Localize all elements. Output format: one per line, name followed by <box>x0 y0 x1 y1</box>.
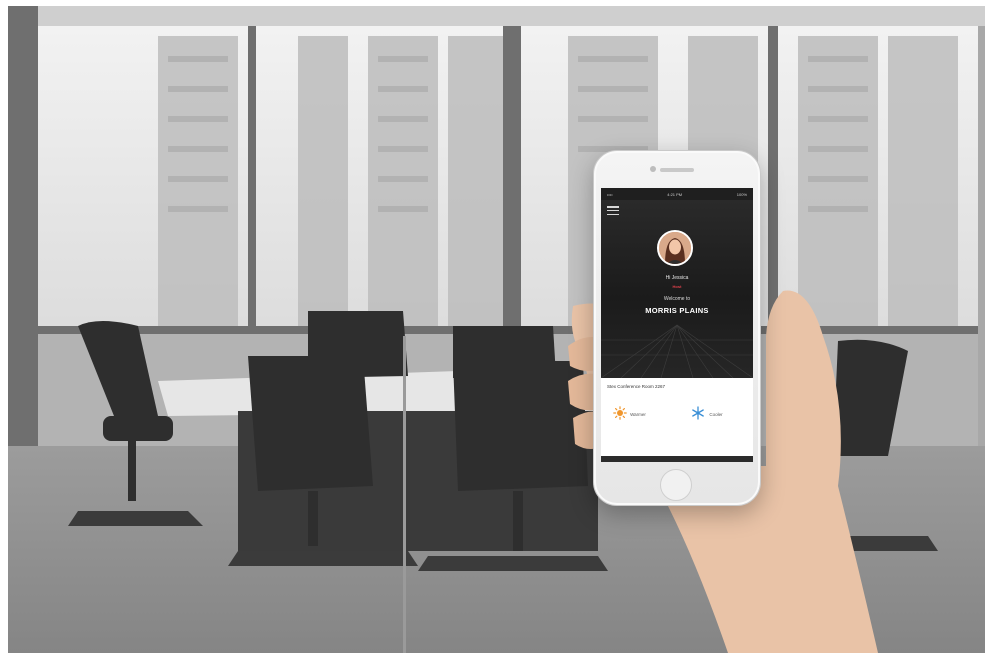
photo-background: •••• 4:21 PM 100% Hi Jessica Host Welcom… <box>8 6 985 653</box>
home-button[interactable] <box>660 469 692 501</box>
user-photo <box>659 232 691 264</box>
snowflake-icon <box>692 406 704 420</box>
carrier-signal: •••• <box>607 191 613 197</box>
smartphone: •••• 4:21 PM 100% Hi Jessica Host Welcom… <box>593 150 761 506</box>
cooler-label: Cooler <box>709 412 723 417</box>
hamburger-menu-icon[interactable] <box>607 206 619 215</box>
conference-room-photo <box>8 6 985 653</box>
cooler-button[interactable]: Cooler <box>691 406 741 442</box>
room-label: Stex Conference Room 2267 <box>607 384 666 389</box>
status-bar: •••• 4:21 PM 100% <box>601 188 753 200</box>
warmer-label: Warmer <box>630 412 646 417</box>
avatar[interactable] <box>657 230 693 266</box>
welcome-text: Welcome to <box>663 296 691 302</box>
site-name: MORRIS PLAINS <box>645 306 709 315</box>
hero-lines-graphic <box>601 324 753 378</box>
welcome-hero: Hi Jessica Host Welcome to MORRIS PLAINS <box>601 200 753 378</box>
front-camera <box>650 166 656 172</box>
room-control-panel: Stex Conference Room 2267 Warmer Cooler <box>601 378 753 456</box>
sun-icon <box>613 406 627 420</box>
bottom-bar <box>601 456 753 462</box>
phone-screen: •••• 4:21 PM 100% Hi Jessica Host Welcom… <box>601 188 753 462</box>
user-role-tag: Host <box>672 284 682 289</box>
user-greeting: Hi Jessica <box>665 275 689 281</box>
battery-level: 100% <box>736 191 747 197</box>
warmer-button[interactable]: Warmer <box>613 406 663 442</box>
earpiece-speaker <box>660 168 694 172</box>
status-time: 4:21 PM <box>667 191 683 197</box>
